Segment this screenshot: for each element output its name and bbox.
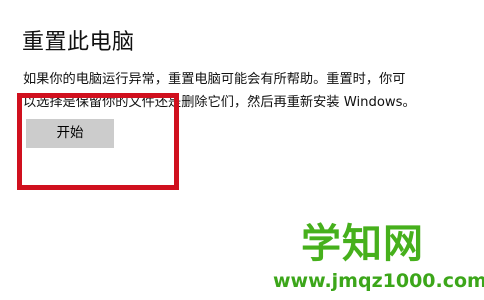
start-reset-button[interactable]: 开始 xyxy=(26,119,114,148)
description-line-1: 如果你的电脑运行异常，重置电脑可能会有所帮助。重置时，你可 xyxy=(23,72,406,87)
watermark-url: www.jmqz1000.com xyxy=(273,270,484,292)
page-title: 重置此电脑 xyxy=(22,30,135,55)
reset-description: 如果你的电脑运行异常，重置电脑可能会有所帮助。重置时，你可 以选择是保留你的文件… xyxy=(23,68,475,114)
watermark-logo: 学知网 xyxy=(301,221,424,267)
description-line-2: 以选择是保留你的文件还是删除它们，然后再重新安装 Windows。 xyxy=(23,95,416,110)
